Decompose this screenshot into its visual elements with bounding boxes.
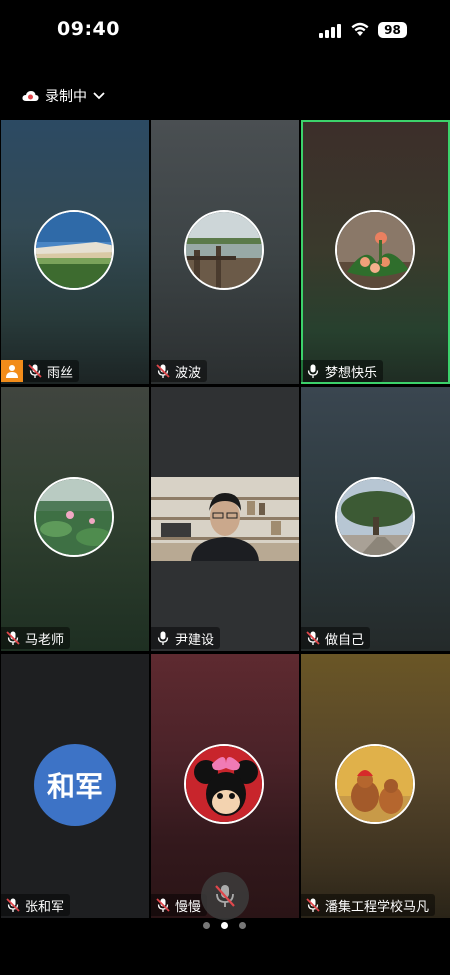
mic-muted-icon <box>215 885 235 907</box>
page-dot[interactable] <box>239 922 246 929</box>
participant-name: 梦想快乐 <box>325 365 378 381</box>
mic-muted-icon <box>28 364 42 378</box>
participant-label: 潘集工程学校马凡 <box>301 894 436 916</box>
mic-icon <box>157 631 169 645</box>
participant-tile[interactable]: 做自己 <box>301 387 450 651</box>
participant-name: 慢慢 <box>175 899 202 915</box>
avatar <box>34 210 114 290</box>
participant-tile[interactable]: 雨丝 <box>1 120 149 384</box>
page-dot-current[interactable] <box>221 922 228 929</box>
participant-label: 马老师 <box>1 627 71 649</box>
avatar <box>34 477 114 557</box>
participant-label: 慢慢 <box>151 894 208 916</box>
cloud-record-icon <box>22 91 39 101</box>
participant-label: 张和军 <box>1 894 71 916</box>
participant-tile[interactable]: 波波 <box>151 120 299 384</box>
mic-muted-icon <box>6 631 20 645</box>
mic-muted-icon <box>156 898 170 912</box>
participant-name: 潘集工程学校马凡 <box>325 899 430 915</box>
mic-muted-icon <box>306 631 320 645</box>
wifi-icon <box>351 22 369 36</box>
initials-text: 和军 <box>46 770 103 803</box>
mic-muted-icon <box>306 898 320 912</box>
mute-toggle-button[interactable] <box>201 872 249 920</box>
participant-tile[interactable]: 和军 张和军 <box>1 654 149 918</box>
participant-label: 做自己 <box>301 627 371 649</box>
battery-icon: 98 <box>378 22 407 38</box>
participant-label: 波波 <box>151 360 208 382</box>
video-feed <box>151 477 299 561</box>
participant-tile[interactable]: 潘集工程学校马凡 <box>301 654 450 918</box>
participant-grid: 雨丝 波波 梦想快乐 马老师 尹建设 做自己 和军 张和军 慢慢 潘集工程学校马… <box>0 120 450 918</box>
participant-name: 做自己 <box>325 632 365 648</box>
status-time: 09:40 <box>57 18 120 40</box>
participant-name: 张和军 <box>25 899 65 915</box>
mic-muted-icon <box>6 898 20 912</box>
participant-name: 马老师 <box>25 632 65 648</box>
avatar <box>184 744 264 824</box>
avatar <box>335 210 415 290</box>
participant-label: 雨丝 <box>1 360 80 382</box>
mic-muted-icon <box>156 364 170 378</box>
participant-name: 波波 <box>175 365 202 381</box>
initials-avatar: 和军 <box>34 744 116 826</box>
chevron-down-icon <box>93 92 105 100</box>
recording-indicator[interactable]: 录制中 <box>22 86 105 106</box>
participant-name: 尹建设 <box>175 632 215 648</box>
avatar <box>335 477 415 557</box>
participant-tile-video[interactable]: 尹建设 <box>151 387 299 651</box>
avatar <box>335 744 415 824</box>
cellular-signal-icon <box>319 22 341 38</box>
participant-label: 梦想快乐 <box>301 360 384 382</box>
host-badge <box>1 360 23 382</box>
person-icon <box>6 365 18 378</box>
participant-name: 雨丝 <box>47 365 74 381</box>
participant-label: 尹建设 <box>151 627 221 649</box>
avatar <box>184 210 264 290</box>
page-indicator[interactable] <box>203 922 246 929</box>
recording-label: 录制中 <box>45 89 87 105</box>
participant-tile[interactable]: 马老师 <box>1 387 149 651</box>
page-dot[interactable] <box>203 922 210 929</box>
mic-icon <box>307 364 319 378</box>
participant-tile-active-speaker[interactable]: 梦想快乐 <box>301 120 450 384</box>
